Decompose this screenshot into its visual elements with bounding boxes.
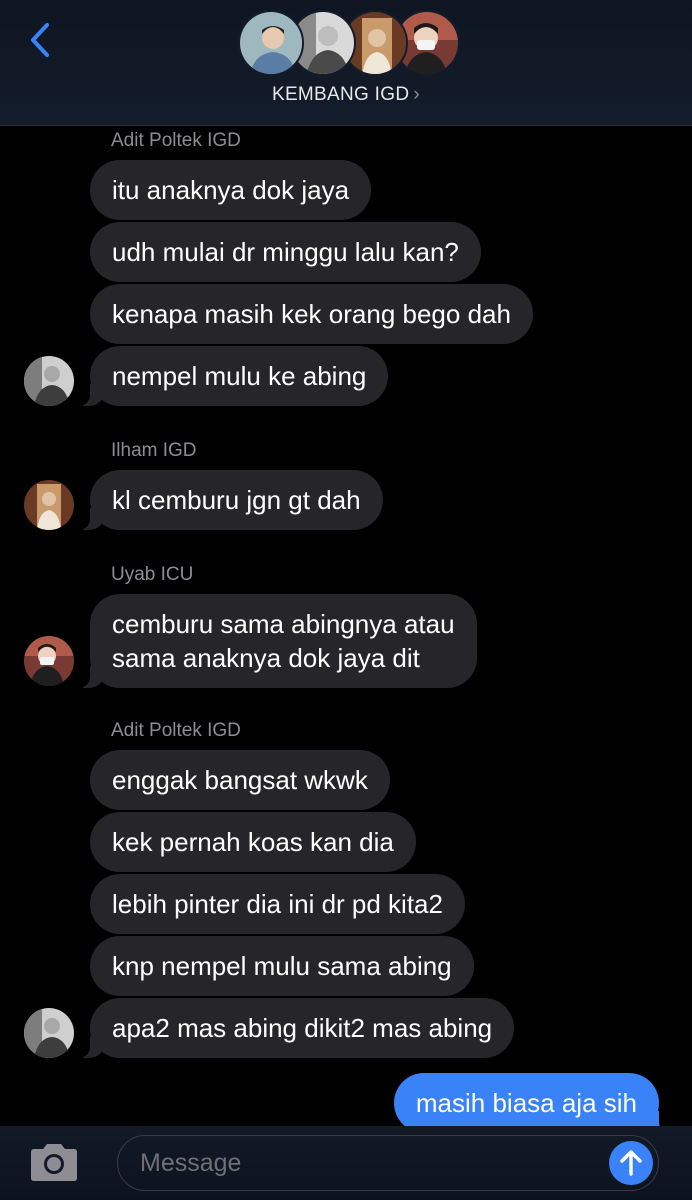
message-bubble[interactable]: knp nempel mulu sama abing bbox=[90, 936, 474, 996]
message-bubble[interactable]: enggak bangsat wkwk bbox=[90, 750, 390, 810]
message-list[interactable]: Adit Poltek IGD itu anaknya dok jaya udh… bbox=[0, 126, 692, 1133]
message-bubble[interactable]: apa2 mas abing dikit2 mas abing bbox=[76, 998, 515, 1058]
group-name-label: KEMBANG IGD bbox=[271, 84, 410, 105]
avatar[interactable] bbox=[24, 356, 74, 406]
avatar[interactable] bbox=[24, 480, 74, 530]
message-input[interactable] bbox=[117, 1135, 659, 1191]
arrow-up-icon bbox=[620, 1150, 642, 1176]
sender-name: Ilham IGD bbox=[111, 440, 197, 461]
message-bubble[interactable]: lebih pinter dia ini dr pd kita2 bbox=[90, 874, 465, 934]
send-button[interactable] bbox=[609, 1141, 653, 1185]
message-bubble[interactable]: cemburu sama abingnya atau sama anaknya … bbox=[77, 594, 477, 688]
group-name[interactable]: KEMBANG IGD › bbox=[0, 84, 692, 106]
group-avatars[interactable] bbox=[238, 10, 468, 76]
sender-name: Adit Poltek IGD bbox=[111, 720, 241, 741]
avatar bbox=[238, 10, 304, 76]
chat-header: KEMBANG IGD › bbox=[0, 0, 692, 126]
camera-icon bbox=[31, 1144, 77, 1181]
message-bubble[interactable]: itu anaknya dok jaya bbox=[90, 160, 372, 220]
message-bubble[interactable]: nempel mulu ke abing bbox=[76, 346, 389, 406]
message-bubble[interactable]: kenapa masih kek orang bego dah bbox=[90, 284, 533, 344]
message-bubble[interactable]: kek pernah koas kan dia bbox=[90, 812, 416, 872]
sender-name: Adit Poltek IGD bbox=[111, 130, 241, 151]
sent-message-bubble[interactable]: masih biasa aja sih bbox=[393, 1073, 673, 1133]
message-line: sama anaknya dok jaya dit bbox=[112, 643, 420, 673]
chevron-right-icon: › bbox=[413, 84, 421, 105]
back-button[interactable] bbox=[22, 18, 58, 62]
chevron-left-icon bbox=[31, 23, 49, 57]
avatar[interactable] bbox=[24, 636, 74, 686]
sender-name: Uyab ICU bbox=[111, 564, 194, 585]
avatar[interactable] bbox=[24, 1008, 74, 1058]
message-line: cemburu sama abingnya atau bbox=[112, 609, 455, 639]
message-bubble[interactable]: kl cemburu jgn gt dah bbox=[77, 470, 383, 530]
message-composer bbox=[0, 1126, 692, 1200]
camera-button[interactable] bbox=[27, 1142, 81, 1184]
message-bubble[interactable]: udh mulai dr minggu lalu kan? bbox=[90, 222, 481, 282]
